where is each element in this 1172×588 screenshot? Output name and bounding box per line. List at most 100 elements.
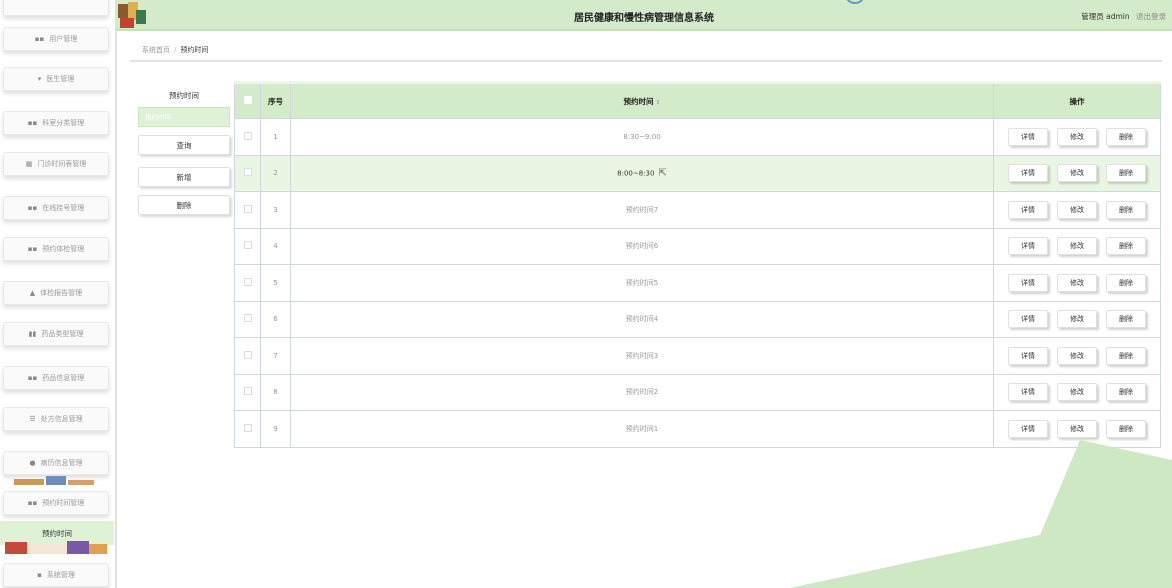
- search-button[interactable]: 查询: [138, 135, 230, 155]
- row-checkbox[interactable]: [243, 314, 252, 323]
- edit-button[interactable]: 修改: [1057, 237, 1097, 256]
- detail-button[interactable]: 详情: [1008, 200, 1048, 219]
- row-time-value: 预约时间2: [625, 388, 659, 397]
- row-time-value: 8:00~8:30: [617, 169, 655, 178]
- top-header: 居民健康和慢性病管理信息系统 管理员 admin 退出登录: [116, 0, 1172, 31]
- row-time: 8:00~8:30 ⇱: [290, 154, 994, 192]
- breadcrumb: 系统首页 / 预约时间: [130, 38, 1162, 62]
- sidebar-item-appointment-time[interactable]: ▪▪ 预约时间管理: [3, 491, 109, 515]
- table-row[interactable]: 3 预约时间7 详情 修改 删除: [234, 191, 1161, 229]
- sidebar: ▪▪ 用户管理 ▾ 医生管理 ▪▪ 科室分类管理 ▦ 门诊时间表管理 ▪▪ 在线…: [0, 0, 116, 588]
- row-time: 8:30~9:00: [290, 118, 994, 156]
- edit-button[interactable]: 修改: [1057, 164, 1097, 183]
- sidebar-item-top[interactable]: [3, 0, 109, 16]
- detail-button[interactable]: 详情: [1008, 273, 1048, 292]
- delete-button[interactable]: 删除: [1106, 164, 1146, 183]
- delete-button[interactable]: 删除: [1106, 237, 1146, 256]
- delete-button[interactable]: 删除: [1106, 127, 1146, 146]
- table-row[interactable]: 1 8:30~9:00 详情 修改 删除: [234, 118, 1161, 156]
- grid-icon: ▪▪: [34, 35, 45, 43]
- logout-link[interactable]: 退出登录: [1136, 12, 1166, 21]
- row-checkbox[interactable]: [243, 241, 252, 250]
- row-select-cell[interactable]: [234, 373, 261, 411]
- delete-button[interactable]: 删除: [1106, 346, 1146, 365]
- delete-button[interactable]: 删除: [1106, 200, 1146, 219]
- sidebar-item-label: 预约时间管理: [42, 499, 85, 507]
- select-all-cell[interactable]: [234, 81, 261, 119]
- detail-button[interactable]: 详情: [1008, 419, 1048, 438]
- row-select-cell[interactable]: [234, 337, 261, 375]
- sidebar-item-drug-types[interactable]: ▮▮ 药品类型管理: [3, 322, 109, 346]
- grid-icon: ▪▪: [27, 204, 38, 212]
- sidebar-item-drug-info[interactable]: ▪▪ 药品信息管理: [3, 366, 109, 390]
- table-row[interactable]: 5 预约时间5 详情 修改 删除: [234, 264, 1161, 302]
- breadcrumb-separator: /: [174, 46, 177, 54]
- sidebar-item-checkup-booking[interactable]: ▪▪ 预约体检管理: [3, 237, 109, 261]
- breadcrumb-home[interactable]: 系统首页: [142, 46, 170, 54]
- table-row[interactable]: 6 预约时间4 详情 修改 删除: [234, 300, 1161, 338]
- row-checkbox[interactable]: [243, 277, 252, 286]
- time-search-input[interactable]: 预约时间: [138, 107, 230, 127]
- sidebar-item-label: 门诊时间表管理: [37, 160, 87, 168]
- edit-button[interactable]: 修改: [1057, 200, 1097, 219]
- delete-button[interactable]: 删除: [1106, 383, 1146, 402]
- row-checkbox[interactable]: [243, 350, 252, 359]
- sidebar-item-system[interactable]: ▪ 系统管理: [3, 563, 109, 587]
- row-checkbox[interactable]: [243, 204, 252, 213]
- sidebar-item-label: 处方信息管理: [40, 415, 83, 423]
- row-select-cell[interactable]: [234, 227, 261, 265]
- table-row[interactable]: 2 8:00~8:30 ⇱ 详情 修改 删除: [234, 154, 1161, 192]
- delete-button[interactable]: 删除: [1106, 273, 1146, 292]
- edit-button[interactable]: 修改: [1057, 346, 1097, 365]
- row-select-cell[interactable]: [234, 300, 261, 338]
- row-checkbox[interactable]: [243, 387, 252, 396]
- add-button[interactable]: 新增: [138, 167, 230, 187]
- detail-button[interactable]: 详情: [1008, 346, 1048, 365]
- lock-icon: ▪: [37, 571, 42, 579]
- decorative-arc: [846, 0, 864, 4]
- row-checkbox[interactable]: [243, 131, 252, 140]
- detail-button[interactable]: 详情: [1008, 383, 1048, 402]
- sidebar-item-registration[interactable]: ▪▪ 在线挂号管理: [3, 196, 109, 220]
- delete-button[interactable]: 删除: [1106, 310, 1146, 329]
- sidebar-item-departments[interactable]: ▪▪ 科室分类管理: [3, 111, 109, 135]
- edit-button[interactable]: 修改: [1057, 273, 1097, 292]
- table-row[interactable]: 7 预约时间3 详情 修改 删除: [234, 337, 1161, 375]
- batch-delete-button[interactable]: 删除: [138, 195, 230, 215]
- row-select-cell[interactable]: [234, 154, 261, 192]
- row-select-cell[interactable]: [234, 191, 261, 229]
- edit-button[interactable]: 修改: [1057, 127, 1097, 146]
- sort-icon[interactable]: ⇕: [655, 99, 660, 106]
- detail-button[interactable]: 详情: [1008, 164, 1048, 183]
- row-select-cell[interactable]: [234, 410, 261, 448]
- table-row[interactable]: 8 预约时间2 详情 修改 删除: [234, 373, 1161, 411]
- column-header-time[interactable]: 预约时间 ⇕: [290, 81, 994, 119]
- row-time: 预约时间5: [290, 264, 994, 302]
- sidebar-item-clinic-schedule[interactable]: ▦ 门诊时间表管理: [3, 152, 109, 176]
- row-checkbox[interactable]: [243, 168, 252, 177]
- table-row[interactable]: 4 预约时间6 详情 修改 删除: [234, 227, 1161, 265]
- delete-button[interactable]: 删除: [1106, 419, 1146, 438]
- edit-button[interactable]: 修改: [1057, 419, 1097, 438]
- collage-decoration: [14, 476, 94, 485]
- sidebar-item-label: 病历信息管理: [40, 459, 83, 467]
- select-all-checkbox[interactable]: [243, 96, 252, 104]
- sidebar-divider: [115, 0, 117, 588]
- row-select-cell[interactable]: [234, 118, 261, 156]
- row-index: 5: [260, 264, 291, 302]
- table-header-row: 序号 预约时间 ⇕ 操作: [234, 81, 1161, 119]
- row-time: 预约时间3: [290, 337, 994, 375]
- edit-button[interactable]: 修改: [1057, 383, 1097, 402]
- row-time-value: 预约时间7: [625, 205, 659, 214]
- detail-button[interactable]: 详情: [1008, 127, 1048, 146]
- sidebar-item-checkup-report[interactable]: ▲ 体检报告管理: [3, 281, 109, 305]
- detail-button[interactable]: 详情: [1008, 237, 1048, 256]
- row-checkbox[interactable]: [243, 423, 252, 432]
- sidebar-item-users[interactable]: ▪▪ 用户管理: [3, 27, 109, 51]
- sidebar-item-label: 科室分类管理: [42, 119, 85, 127]
- row-select-cell[interactable]: [234, 264, 261, 302]
- sidebar-item-prescriptions[interactable]: ☰ 处方信息管理: [3, 407, 109, 431]
- sidebar-item-doctors[interactable]: ▾ 医生管理: [3, 67, 109, 91]
- edit-button[interactable]: 修改: [1057, 310, 1097, 329]
- detail-button[interactable]: 详情: [1008, 310, 1048, 329]
